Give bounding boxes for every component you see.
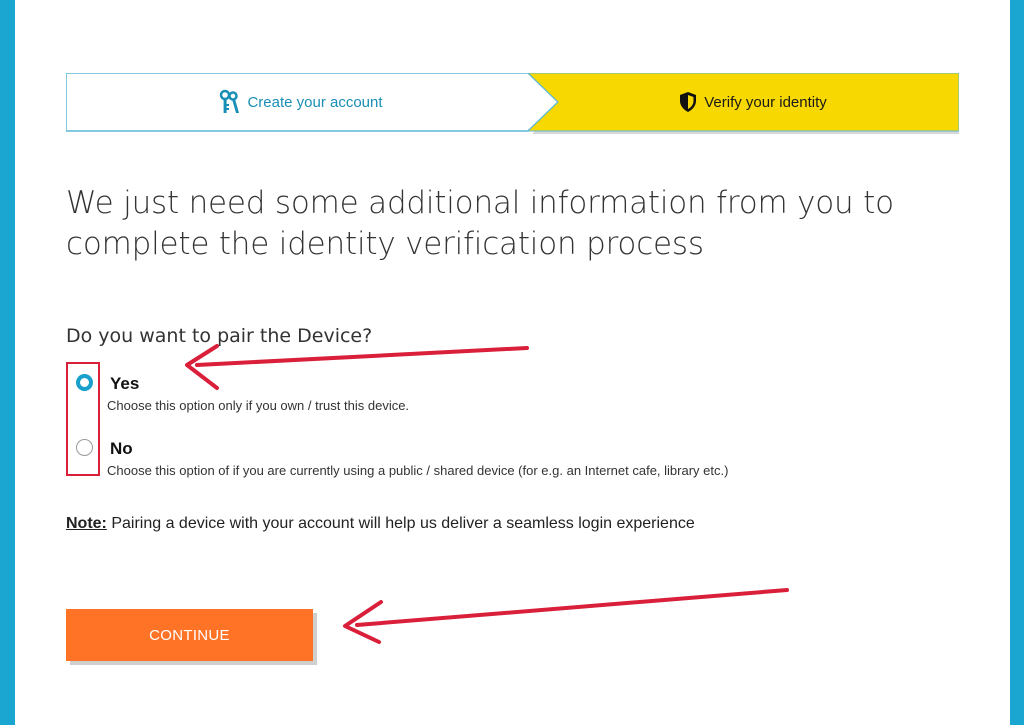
step-verify-identity-label: Verify your identity xyxy=(704,93,827,111)
step-verify-identity: Verify your identity xyxy=(546,73,959,131)
note-text: Pairing a device with your account will … xyxy=(106,515,695,532)
radio-highlight-annotation xyxy=(66,362,100,476)
no-label[interactable]: No xyxy=(110,439,133,459)
shield-icon xyxy=(680,92,697,112)
note-label: Note: xyxy=(66,515,107,532)
yes-label[interactable]: Yes xyxy=(110,374,139,394)
annotation-arrow-radio xyxy=(185,344,529,390)
keys-icon xyxy=(220,89,240,113)
no-description: Choose this option of if you are current… xyxy=(107,463,729,478)
step-create-account-label: Create your account xyxy=(247,93,383,111)
progress-stepper: Create your account Verify your identity xyxy=(66,73,959,134)
annotation-arrow-continue xyxy=(343,588,789,644)
continue-button[interactable]: CONTINUE xyxy=(66,609,313,661)
step-create-account: Create your account xyxy=(66,73,536,131)
pairing-note: Note: Pairing a device with your account… xyxy=(66,515,695,533)
page: Create your account Verify your identity… xyxy=(15,0,1010,725)
yes-description: Choose this option only if you own / tru… xyxy=(107,398,410,413)
page-heading: We just need some additional information… xyxy=(66,185,894,262)
pair-device-question: Do you want to pair the Device? xyxy=(66,325,373,347)
